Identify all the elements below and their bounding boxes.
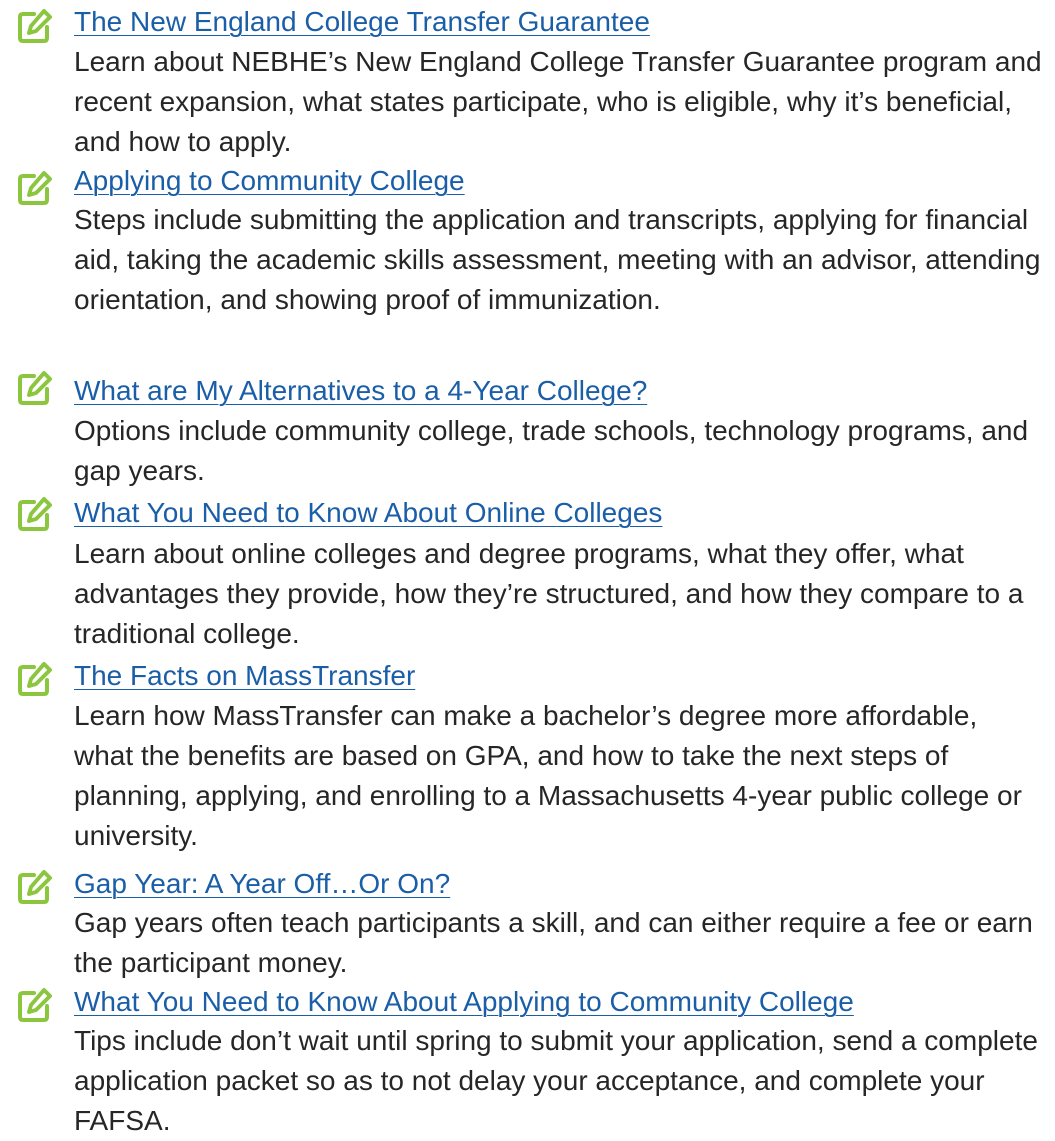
edit-icon bbox=[15, 170, 53, 208]
resource-list: The New England College Transfer Guarant… bbox=[0, 0, 1055, 1136]
item-description: Learn about NEBHE’s New England College … bbox=[74, 46, 1042, 157]
item-link[interactable]: Gap Year: A Year Off…Or On? bbox=[74, 865, 450, 903]
item-link[interactable]: The Facts on MassTransfer bbox=[74, 657, 415, 695]
item-description: Steps include submitting the application… bbox=[74, 204, 1041, 315]
edit-icon bbox=[15, 370, 53, 408]
item-link[interactable]: What are My Alternatives to a 4-Year Col… bbox=[74, 372, 647, 410]
edit-icon bbox=[15, 661, 53, 699]
item-description: Gap years often teach participants a ski… bbox=[74, 907, 1033, 978]
item-description: Learn about online colleges and degree p… bbox=[74, 538, 1024, 649]
item-link[interactable]: What You Need to Know About Online Colle… bbox=[74, 494, 662, 532]
edit-icon bbox=[15, 8, 53, 46]
item-description: Learn how MassTransfer can make a bachel… bbox=[74, 700, 1022, 851]
item-link[interactable]: What You Need to Know About Applying to … bbox=[74, 983, 854, 1021]
item-link[interactable]: Applying to Community College bbox=[74, 162, 465, 200]
item-description: Tips include don’t wait until spring to … bbox=[74, 1025, 1038, 1136]
edit-icon bbox=[15, 987, 53, 1025]
item-description: Options include community college, trade… bbox=[74, 415, 1029, 486]
item-link[interactable]: The New England College Transfer Guarant… bbox=[74, 3, 650, 41]
edit-icon bbox=[15, 496, 53, 534]
edit-icon bbox=[15, 869, 53, 907]
